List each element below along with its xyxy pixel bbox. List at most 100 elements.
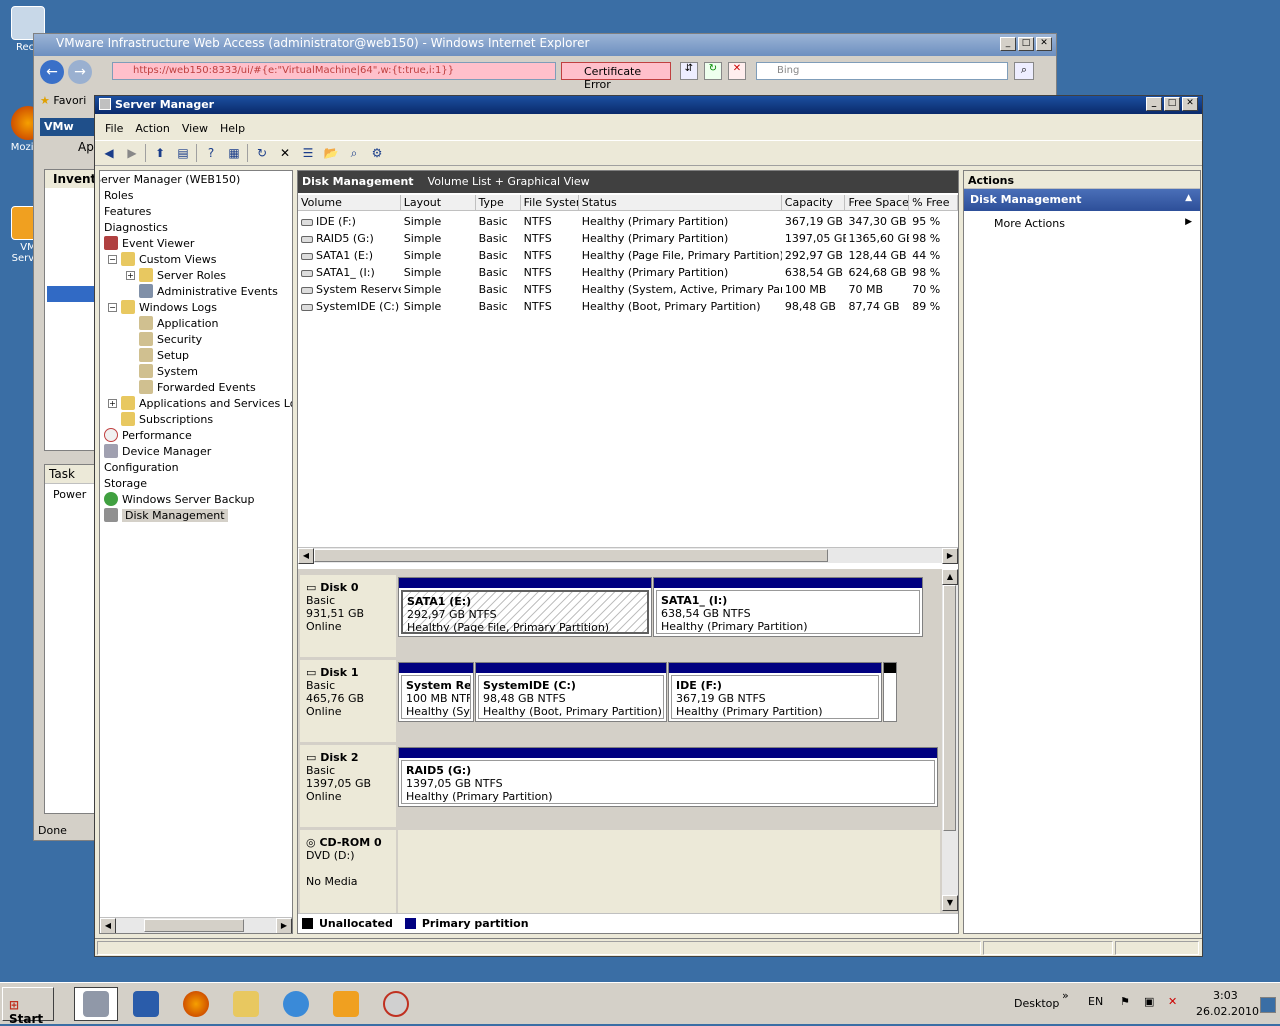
vmware-tab[interactable]: VMw	[40, 118, 96, 136]
tree-item-features[interactable]: Features	[104, 203, 151, 219]
col-layout[interactable]: Layout	[401, 195, 476, 210]
volume-hscroll[interactable]: ◀ ▶	[298, 547, 958, 564]
flag-icon[interactable]: ⚑	[1120, 995, 1130, 1008]
partition-system-reserved[interactable]: System Re 100 MB NTFS Healthy (Sys	[398, 662, 474, 722]
refresh-icon[interactable]: ↻	[704, 62, 722, 80]
col-percent-free[interactable]: % Free	[909, 195, 958, 210]
back-icon[interactable]: ◀	[99, 144, 119, 162]
col-free-space[interactable]: Free Space	[845, 195, 910, 210]
disk-1-label[interactable]: ▭ Disk 1 Basic 465,76 GB Online	[300, 660, 396, 742]
tree-item-event-viewer[interactable]: Event Viewer	[104, 235, 194, 251]
forward-icon[interactable]: ▶	[122, 144, 142, 162]
menu-action[interactable]: Action	[131, 117, 177, 139]
cdrom-0-label[interactable]: ◎ CD-ROM 0 DVD (D:) No Media	[300, 830, 396, 916]
scroll-thumb[interactable]	[314, 549, 828, 562]
taskbar-explorer[interactable]	[224, 987, 268, 1021]
ie-titlebar[interactable]: VMware Infrastructure Web Access (admini…	[34, 34, 1056, 56]
col-status[interactable]: Status	[579, 195, 782, 210]
tree-item-performance[interactable]: Performance	[104, 427, 192, 443]
network-icon[interactable]: ▣	[1144, 995, 1154, 1008]
tree-item-storage[interactable]: Storage	[104, 475, 147, 491]
taskbar-firefox[interactable]	[174, 987, 218, 1021]
scroll-right-icon[interactable]: ▶	[942, 548, 958, 564]
tree-item-disk-management[interactable]: Disk Management	[104, 507, 228, 523]
unallocated-space[interactable]	[883, 662, 897, 722]
tree-item-windows-logs[interactable]: − Windows Logs	[108, 299, 217, 315]
search-icon[interactable]: ⌕	[1014, 62, 1034, 80]
graph-vscroll[interactable]: ▲ ▼	[942, 569, 958, 911]
maximize-icon[interactable]: □	[1018, 37, 1034, 51]
tree-item-custom-views[interactable]: − Custom Views	[108, 251, 216, 267]
collapse-arrow-icon[interactable]: ▲	[1185, 193, 1192, 203]
tree-item-system[interactable]: System	[139, 363, 198, 379]
expand-icon[interactable]: +	[126, 270, 135, 280]
menu-file[interactable]: File	[101, 117, 131, 139]
desktop-toolbar[interactable]: Desktop	[1014, 997, 1059, 1010]
collapse-icon[interactable]: −	[108, 302, 117, 312]
tree-item-roles[interactable]: Roles	[104, 187, 133, 203]
volume-row[interactable]: SystemIDE (C:) Simple Basic NTFS Healthy (Bo…	[298, 298, 958, 315]
toolbar-expand-icon[interactable]: »	[1062, 989, 1069, 1002]
scroll-right-icon[interactable]: ▶	[276, 918, 292, 933]
forward-icon[interactable]: →	[68, 60, 92, 84]
tree-hscroll[interactable]: ◀ ▶	[100, 917, 292, 933]
partition-systemide-c[interactable]: SystemIDE (C:) 98,48 GB NTFS Healthy (Bo…	[475, 662, 667, 722]
clock-date[interactable]: 26.02.2010	[1196, 1005, 1259, 1018]
tree-item-setup[interactable]: Setup	[139, 347, 189, 363]
delete-icon[interactable]: ✕	[275, 144, 295, 162]
help-icon[interactable]: ?	[201, 144, 221, 162]
tree-item-diagnostics[interactable]: Diagnostics	[104, 219, 168, 235]
show-tree-icon[interactable]: ▤	[173, 144, 193, 162]
refresh-icon[interactable]: ↻	[252, 144, 272, 162]
back-icon[interactable]: ←	[40, 60, 64, 84]
col-type[interactable]: Type	[476, 195, 521, 210]
open-icon[interactable]: 📂	[321, 144, 341, 162]
expand-icon[interactable]: +	[108, 398, 117, 408]
tree-item-security[interactable]: Security	[139, 331, 202, 347]
settings-icon[interactable]: ⚙	[367, 144, 387, 162]
search-input[interactable]: Bing	[756, 62, 1008, 80]
volume-row[interactable]: SATA1_ (I:) Simple Basic NTFS Healthy (Prima…	[298, 264, 958, 281]
volume-row[interactable]: SATA1 (E:) Simple Basic NTFS Healthy (Page F…	[298, 247, 958, 264]
up-folder-icon[interactable]: ⬆	[150, 144, 170, 162]
scroll-thumb[interactable]	[943, 585, 956, 831]
scroll-up-icon[interactable]: ▲	[942, 569, 958, 585]
inventory-selected[interactable]	[47, 286, 95, 302]
volume-row[interactable]: RAID5 (G:) Simple Basic NTFS Healthy (Primar…	[298, 230, 958, 247]
tree-item-configuration[interactable]: Configuration	[104, 459, 179, 475]
certificate-error-button[interactable]: Certificate Error	[561, 62, 671, 91]
search-icon[interactable]: ⌕	[344, 144, 364, 162]
partition-sata1-i[interactable]: SATA1_ (I:) 638,54 GB NTFS Healthy (Prim…	[653, 577, 923, 637]
disk-0-label[interactable]: ▭ Disk 0 Basic 931,51 GB Online	[300, 575, 396, 657]
minimize-icon[interactable]: _	[1146, 97, 1162, 111]
actions-section-disk-management[interactable]: Disk Management ▲	[964, 189, 1200, 211]
tree-item-administrative-events[interactable]: Administrative Events	[139, 283, 278, 299]
scroll-thumb[interactable]	[144, 919, 244, 932]
sm-titlebar[interactable]: Server Manager _ □ ✕	[95, 96, 1202, 114]
tree-item-device-manager[interactable]: Device Manager	[104, 443, 211, 459]
scroll-down-icon[interactable]: ▼	[942, 895, 958, 911]
tree-item-server-manager[interactable]: Server Manager (WEB150)	[100, 171, 240, 187]
collapse-icon[interactable]: −	[108, 254, 117, 264]
show-action-pane-icon[interactable]: ▦	[224, 144, 244, 162]
more-actions-item[interactable]: More Actions ▶	[964, 211, 1200, 230]
tree-item-windows-server-backup[interactable]: Windows Server Backup	[104, 491, 255, 507]
partition-raid5-g[interactable]: RAID5 (G:) 1397,05 GB NTFS Healthy (Prim…	[398, 747, 938, 807]
language-indicator[interactable]: EN	[1088, 995, 1103, 1008]
partition-sata1-e[interactable]: SATA1 (E:) 292,97 GB NTFS Healthy (Page …	[398, 577, 652, 637]
disk-2-label[interactable]: ▭ Disk 2 Basic 1397,05 GB Online	[300, 745, 396, 827]
tree-item-application[interactable]: Application	[139, 315, 218, 331]
clock-time[interactable]: 3:03	[1213, 989, 1238, 1002]
start-button[interactable]: ⊞ Start	[2, 987, 54, 1026]
taskbar-server-manager[interactable]	[74, 987, 118, 1021]
menu-view[interactable]: View	[178, 117, 216, 139]
tree-item-forwarded-events[interactable]: Forwarded Events	[139, 379, 256, 395]
address-bar[interactable]: https://web150:8333/ui/#{e:"VirtualMachi…	[112, 62, 556, 80]
volume-muted-icon[interactable]: ✕	[1168, 995, 1177, 1008]
scroll-left-icon[interactable]: ◀	[298, 548, 314, 564]
taskbar-vmware[interactable]	[324, 987, 368, 1021]
col-file-system[interactable]: File System	[521, 195, 579, 210]
scroll-left-icon[interactable]: ◀	[100, 918, 116, 933]
maximize-icon[interactable]: □	[1164, 97, 1180, 111]
menu-help[interactable]: Help	[216, 117, 253, 139]
